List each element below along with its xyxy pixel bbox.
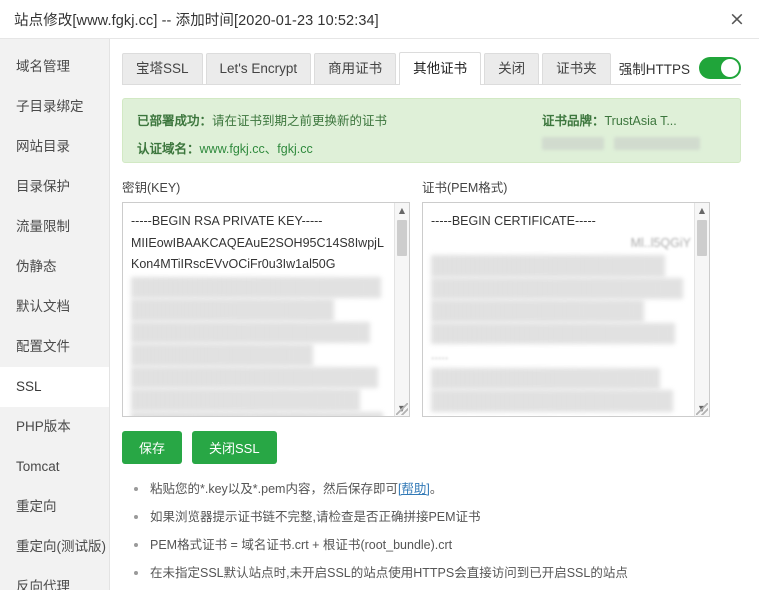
key-textarea[interactable]: -----BEGIN RSA PRIVATE KEY----- MIIEowIB… xyxy=(122,202,410,417)
help-item-1: 粘贴您的*.key以及*.pem内容，然后保存即可[帮助]。 xyxy=(132,481,741,497)
redacted-block xyxy=(614,137,700,150)
tab-lets-encrypt[interactable]: Let's Encrypt xyxy=(206,53,312,84)
notice-domain-label: 认证域名： xyxy=(137,142,200,156)
scrollbar-thumb[interactable] xyxy=(397,220,407,256)
tab-close[interactable]: 关闭 xyxy=(484,53,539,84)
deploy-success-notice: 已部署成功：请在证书到期之前更换新的证书 认证域名：www.fgkj.cc、fg… xyxy=(122,98,741,163)
sidebar: 域名管理 子目录绑定 网站目录 目录保护 流量限制 伪静态 默认文档 配置文件 … xyxy=(0,39,110,590)
notice-status-label: 已部署成功： xyxy=(137,114,212,128)
cert-textarea-resize-handle[interactable] xyxy=(696,403,708,415)
scroll-up-arrow-icon[interactable]: ▲ xyxy=(695,203,709,218)
key-textarea-scrollbar[interactable]: ▲ ▼ xyxy=(394,203,409,416)
sidebar-item-site-directory[interactable]: 网站目录 xyxy=(0,127,109,167)
cert-brand-line: 证书品牌：TrustAsia T... xyxy=(542,110,726,129)
help-list: 粘贴您的*.key以及*.pem内容，然后保存即可[帮助]。 如果浏览器提示证书… xyxy=(122,481,741,581)
key-line-2: MIIEowIBAAKCAQEAuE2SOH95C14S8IwpjL xyxy=(131,236,384,250)
sidebar-item-dir-protection[interactable]: 目录保护 xyxy=(0,167,109,207)
help-item-2: 如果浏览器提示证书链不完整,请检查是否正确拼接PEM证书 xyxy=(132,509,741,525)
cert-line-1: -----BEGIN CERTIFICATE----- xyxy=(431,214,596,228)
redacted-line: x xyxy=(431,390,673,412)
tab-bar: 宝塔SSL Let's Encrypt 商用证书 其他证书 关闭 证书夹 强制H… xyxy=(122,51,741,85)
tab-commercial-cert[interactable]: 商用证书 xyxy=(314,53,396,84)
cert-textarea-scrollbar[interactable]: ▲ ▼ xyxy=(694,203,709,416)
sidebar-item-domain-manage[interactable]: 域名管理 xyxy=(0,47,109,87)
redacted-line: x xyxy=(431,368,660,390)
key-editor-label: 密钥(KEY) xyxy=(122,177,410,196)
cert-editor-column: 证书(PEM格式) -----BEGIN CERTIFICATE----- Ml… xyxy=(422,177,710,417)
redacted-line: x xyxy=(131,344,313,366)
save-button[interactable]: 保存 xyxy=(122,431,182,464)
redacted-line: x xyxy=(131,277,381,299)
toggle-knob xyxy=(721,59,739,77)
close-icon[interactable]: × xyxy=(726,8,748,30)
sidebar-item-redirect[interactable]: 重定向 xyxy=(0,487,109,527)
key-line-3: Kon4MTiIRscEVvOCiFr0u3Iw1al50G xyxy=(131,257,335,271)
force-https-control: 强制HTTPS xyxy=(619,57,741,84)
key-textarea-resize-handle[interactable] xyxy=(396,403,408,415)
redacted-line: x xyxy=(431,278,683,300)
notice-domain-line: 认证域名：www.fgkj.cc、fgkj.cc xyxy=(137,138,536,157)
redacted-line: x xyxy=(131,299,334,321)
help-link[interactable]: [帮助] xyxy=(398,482,430,496)
sidebar-item-default-document[interactable]: 默认文档 xyxy=(0,287,109,327)
sidebar-item-redirect-beta[interactable]: 重定向(测试版) xyxy=(0,527,109,567)
notice-left: 已部署成功：请在证书到期之前更换新的证书 认证域名：www.fgkj.cc、fg… xyxy=(137,110,536,162)
redacted-line: x xyxy=(131,412,383,417)
main-content: 宝塔SSL Let's Encrypt 商用证书 其他证书 关闭 证书夹 强制H… xyxy=(110,39,759,590)
notice-domain-value: www.fgkj.cc、fgkj.cc xyxy=(200,142,313,156)
help-item-1-text-b: 。 xyxy=(430,482,443,496)
redacted-line: x xyxy=(431,255,665,277)
sidebar-item-subdir-binding[interactable]: 子目录绑定 xyxy=(0,87,109,127)
redacted-brand-details xyxy=(542,137,726,150)
help-item-4: 在未指定SSL默认站点时,未开启SSL的站点使用HTTPS会直接访问到已开启SS… xyxy=(132,565,741,581)
redacted-line: x xyxy=(131,322,370,344)
key-line-1: -----BEGIN RSA PRIVATE KEY----- xyxy=(131,214,322,228)
sidebar-item-rewrite[interactable]: 伪静态 xyxy=(0,247,109,287)
sidebar-item-traffic-limit[interactable]: 流量限制 xyxy=(0,207,109,247)
tab-cert-folder[interactable]: 证书夹 xyxy=(542,53,611,84)
notice-status-line: 已部署成功：请在证书到期之前更换新的证书 xyxy=(137,110,536,129)
tab-other-cert[interactable]: 其他证书 xyxy=(399,52,481,85)
key-editor-column: 密钥(KEY) -----BEGIN RSA PRIVATE KEY----- … xyxy=(122,177,410,417)
scroll-up-arrow-icon[interactable]: ▲ xyxy=(395,203,409,218)
force-https-toggle[interactable] xyxy=(699,57,741,79)
sidebar-item-config-file[interactable]: 配置文件 xyxy=(0,327,109,367)
force-https-label: 强制HTTPS xyxy=(619,58,690,78)
sidebar-item-php-version[interactable]: PHP版本 xyxy=(0,407,109,447)
cert-editor-label: 证书(PEM格式) xyxy=(422,177,710,196)
cert-faint-line-1: Ml..l5QGiY xyxy=(431,233,691,255)
sidebar-item-ssl[interactable]: SSL xyxy=(0,367,109,407)
tab-bt-ssl[interactable]: 宝塔SSL xyxy=(122,53,203,84)
scrollbar-thumb[interactable] xyxy=(697,220,707,256)
cert-brand-value: TrustAsia T... xyxy=(605,114,677,128)
page-title: 站点修改[www.fgkj.cc] -- 添加时间[2020-01-23 10:… xyxy=(0,9,379,30)
sidebar-item-tomcat[interactable]: Tomcat xyxy=(0,447,109,487)
close-ssl-button[interactable]: 关闭SSL xyxy=(192,431,277,464)
notice-status-text: 请在证书到期之前更换新的证书 xyxy=(212,114,387,128)
redacted-block xyxy=(542,137,604,150)
redacted-line: x xyxy=(131,367,378,389)
cert-faint-mid: ..... xyxy=(431,345,691,367)
cert-textarea[interactable]: -----BEGIN CERTIFICATE----- Ml..l5QGiYxx… xyxy=(422,202,710,417)
certificate-editors: 密钥(KEY) -----BEGIN RSA PRIVATE KEY----- … xyxy=(122,177,741,417)
cert-textarea-content[interactable]: -----BEGIN CERTIFICATE----- Ml..l5QGiYxx… xyxy=(423,203,695,416)
help-item-3: PEM格式证书 = 域名证书.crt + 根证书(root_bundle).cr… xyxy=(132,537,741,553)
sidebar-item-reverse-proxy[interactable]: 反向代理 xyxy=(0,567,109,590)
redacted-line: x xyxy=(131,389,360,411)
notice-right: 证书品牌：TrustAsia T... xyxy=(536,110,726,162)
window-titlebar: 站点修改[www.fgkj.cc] -- 添加时间[2020-01-23 10:… xyxy=(0,0,759,39)
action-buttons: 保存 关闭SSL xyxy=(122,431,741,464)
redacted-line: x xyxy=(431,323,675,345)
window-body: 域名管理 子目录绑定 网站目录 目录保护 流量限制 伪静态 默认文档 配置文件 … xyxy=(0,39,759,590)
cert-brand-label: 证书品牌： xyxy=(542,114,605,128)
key-textarea-content[interactable]: -----BEGIN RSA PRIVATE KEY----- MIIEowIB… xyxy=(123,203,395,416)
redacted-line: x xyxy=(431,300,644,322)
cert-faint-right-2: I xyxy=(431,413,691,417)
help-item-1-text-a: 粘贴您的*.key以及*.pem内容，然后保存即可 xyxy=(150,482,398,496)
